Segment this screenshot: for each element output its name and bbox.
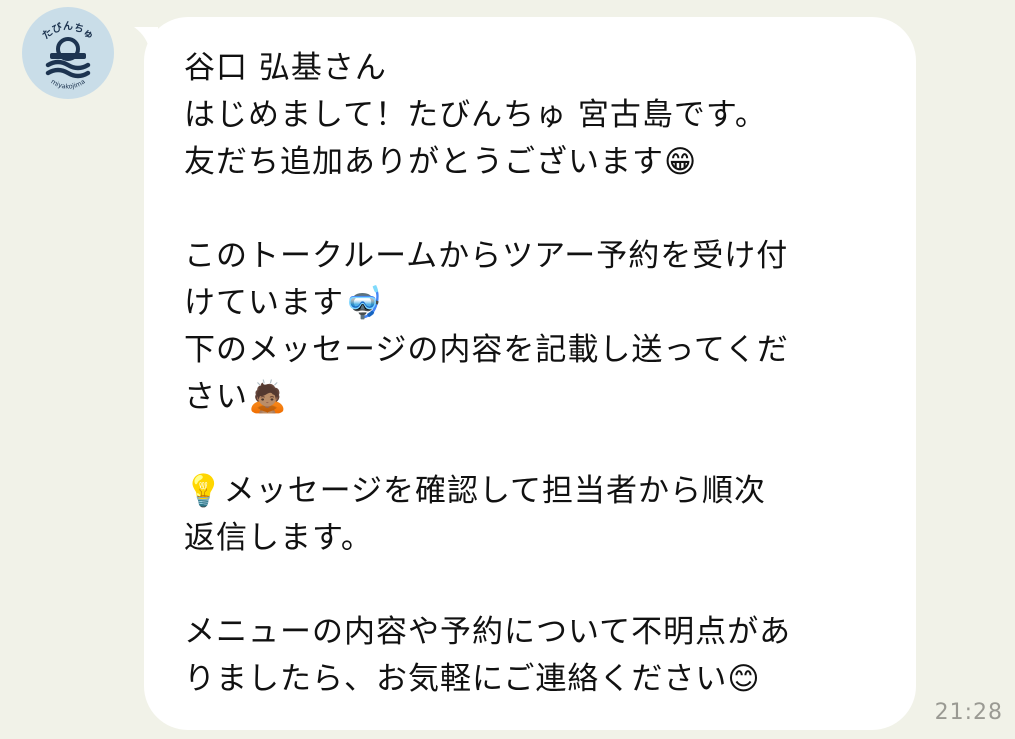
message-bubble-body[interactable]: 谷口 弘基さん はじめまして！たびんちゅ 宮古島です。 友だち追加ありがとうござ… — [144, 17, 916, 730]
message-timestamp: 21:28 — [934, 700, 1003, 725]
avatar-subtitle: miyakojima — [49, 78, 86, 91]
avatar-logo-icon: たびんちゅ miyakojima — [40, 20, 96, 91]
avatar[interactable]: たびんちゅ miyakojima — [22, 7, 114, 99]
message-text: 谷口 弘基さん はじめまして！たびんちゅ 宮古島です。 友だち追加ありがとうござ… — [184, 50, 792, 697]
